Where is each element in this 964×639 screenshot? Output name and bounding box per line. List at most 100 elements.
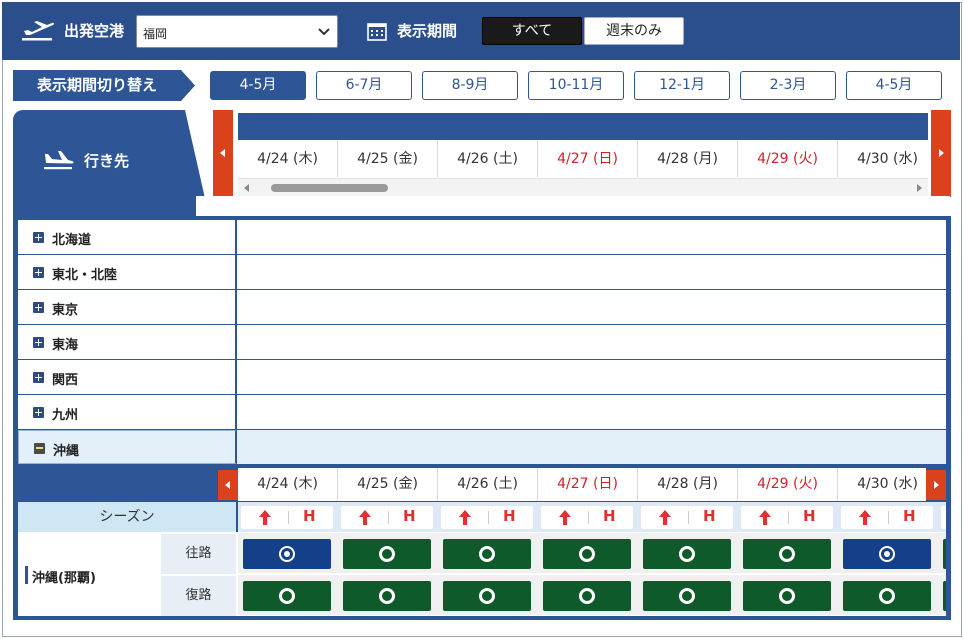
selected-circle-icon [879, 546, 895, 562]
return-slot-partial[interactable] [943, 581, 946, 611]
scrollbar-thumb[interactable] [271, 184, 388, 192]
period-option-0[interactable]: 4-5月 [210, 71, 306, 100]
divider [588, 511, 589, 524]
period-option-2[interactable]: 8-9月 [422, 71, 518, 100]
expand-icon[interactable] [33, 372, 44, 383]
season-cell: H [841, 506, 933, 529]
region-name-cell[interactable]: 関西 [18, 360, 237, 394]
expand-icon[interactable] [33, 267, 44, 278]
outbound-slot[interactable] [643, 539, 731, 569]
bottom-date-4: 4/28 (月) [638, 468, 738, 501]
region-label: 沖縄 [53, 444, 80, 459]
collapse-icon[interactable] [34, 443, 45, 454]
dates-row-bottom: 4/24 (木) 4/25 (金) 4/26 (土) 4/27 (日) 4/28 (月)… [238, 468, 926, 501]
region-name-cell[interactable]: 北海道 [18, 220, 237, 254]
return-slot[interactable] [743, 581, 831, 611]
top-date-4: 4/28 (月) [638, 141, 738, 177]
region-row[interactable]: 沖縄 [18, 430, 946, 465]
return-slot[interactable] [243, 581, 331, 611]
period-option-3[interactable]: 10-11月 [528, 71, 624, 100]
region-row[interactable]: 関西 [18, 360, 946, 395]
period-option-1[interactable]: 6-7月 [316, 71, 412, 100]
available-circle-icon [279, 588, 295, 604]
scroll-left-arrow-icon[interactable] [244, 184, 249, 192]
chevron-right-icon [934, 481, 939, 489]
expand-icon[interactable] [33, 407, 44, 418]
outbound-slot[interactable] [443, 539, 531, 569]
expand-icon[interactable] [33, 232, 44, 243]
departure-airport-select[interactable]: 福岡 [136, 15, 338, 48]
period-option-4[interactable]: 12-1月 [634, 71, 730, 100]
dates-prev-button[interactable] [213, 110, 233, 197]
outbound-slot[interactable] [843, 539, 931, 569]
bottom-band [18, 616, 946, 620]
display-period-label: 表示期間 [397, 22, 458, 40]
region-name-cell[interactable]: 沖縄 [18, 430, 237, 464]
outbound-slot[interactable] [343, 539, 431, 569]
dates-next-button-2[interactable] [926, 470, 946, 500]
chevron-left-icon [220, 149, 225, 157]
top-date-0: 4/24 (木) [238, 141, 338, 177]
scroll-right-arrow-icon[interactable] [917, 184, 922, 192]
region-label: 関西 [52, 373, 79, 388]
outbound-slot[interactable] [243, 539, 331, 569]
return-slots [238, 575, 946, 615]
region-label: 東北・北陸 [52, 268, 118, 283]
divider [688, 511, 689, 524]
high-season-mark: H [303, 507, 316, 525]
season-cell: H [641, 506, 733, 529]
region-row[interactable]: 九州 [18, 395, 946, 430]
region-row[interactable]: 東北・北陸 [18, 255, 946, 290]
expand-icon[interactable] [33, 302, 44, 313]
return-slot[interactable] [843, 581, 931, 611]
divider [888, 511, 889, 524]
departure-plane-icon [22, 21, 55, 41]
region-list: 北海道東北・北陸東京 東海関西九州沖縄 [18, 220, 946, 465]
region-name-cell[interactable]: 東京 [18, 290, 237, 324]
return-slot[interactable] [543, 581, 631, 611]
filter-all-button[interactable]: すべて [482, 17, 582, 45]
outbound-slot[interactable] [543, 539, 631, 569]
dates-next-button[interactable] [931, 110, 951, 197]
outbound-slot-partial[interactable] [943, 539, 946, 569]
region-name-cell[interactable]: 東海 [18, 325, 237, 359]
region-name-cell[interactable]: 東北・北陸 [18, 255, 237, 289]
outbound-label: 往路 [161, 534, 236, 574]
dates-header-bar [238, 113, 928, 140]
available-circle-icon [579, 588, 595, 604]
spacer [196, 196, 950, 216]
available-circle-icon [479, 588, 495, 604]
available-circle-icon [379, 588, 395, 604]
return-slot[interactable] [343, 581, 431, 611]
dates-prev-button-2[interactable] [218, 470, 238, 500]
available-circle-icon [679, 588, 695, 604]
season-label: シーズン [18, 502, 236, 532]
divider [288, 511, 289, 524]
calendar-icon [367, 23, 387, 41]
chevron-right-icon [939, 149, 944, 157]
top-date-6: 4/30 (水) [838, 141, 928, 177]
region-row[interactable]: 東海 [18, 325, 946, 360]
region-row[interactable]: 東京 [18, 290, 946, 325]
available-circle-icon [579, 546, 595, 562]
high-season-mark: H [403, 507, 416, 525]
bottom-date-1: 4/25 (金) [338, 468, 438, 501]
horizontal-scrollbar[interactable] [238, 178, 928, 196]
outbound-slot[interactable] [743, 539, 831, 569]
period-option-6[interactable]: 4-5月 [846, 71, 942, 100]
top-date-1: 4/25 (金) [338, 141, 438, 177]
available-circle-icon [779, 588, 795, 604]
top-date-3: 4/27 (日) [538, 141, 638, 177]
region-row[interactable]: 北海道 [18, 220, 946, 255]
period-option-5[interactable]: 2-3月 [740, 71, 836, 100]
expand-icon[interactable] [33, 337, 44, 348]
period-switch-label: 表示期間切り替え [13, 70, 195, 101]
return-slot[interactable] [643, 581, 731, 611]
season-row: HHHHHHH [238, 502, 946, 532]
filter-weekend-button[interactable]: 週末のみ [584, 17, 684, 45]
available-circle-icon [879, 588, 895, 604]
return-slot[interactable] [443, 581, 531, 611]
available-circle-icon [779, 546, 795, 562]
season-cell: H [741, 506, 833, 529]
region-name-cell[interactable]: 九州 [18, 395, 237, 429]
